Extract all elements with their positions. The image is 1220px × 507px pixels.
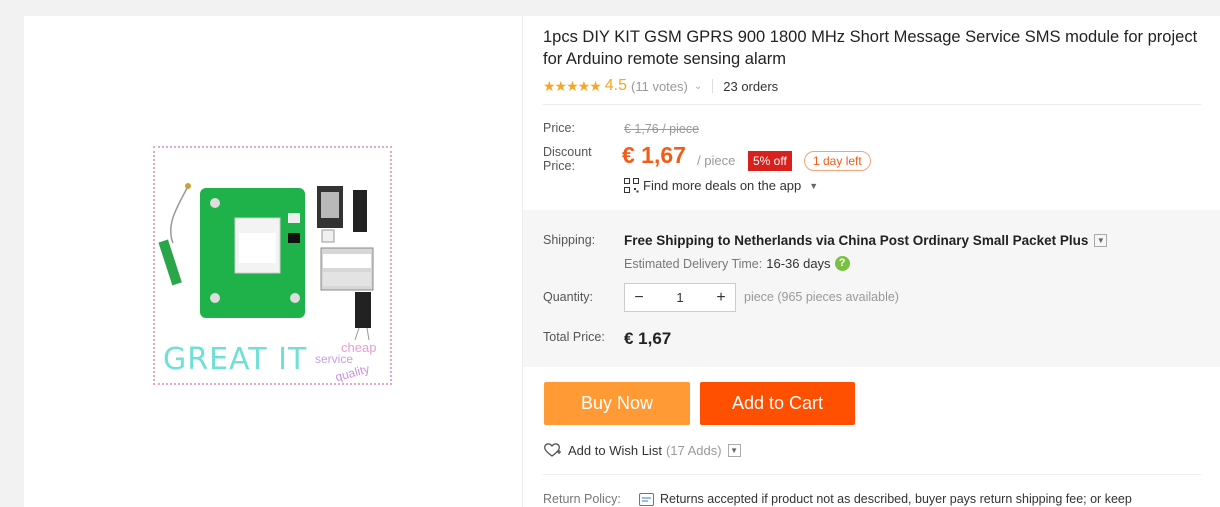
decrease-quantity-button[interactable]: − bbox=[625, 289, 653, 307]
votes-link[interactable]: (11 votes) bbox=[631, 79, 688, 94]
chevron-down-icon[interactable]: ▼ bbox=[727, 443, 741, 457]
add-to-wishlist[interactable]: Add to Wish List (17 Adds) ▼ bbox=[543, 442, 741, 458]
wishlist-label: Add to Wish List bbox=[568, 442, 662, 458]
app-deals-link[interactable]: Find more deals on the app ▼ bbox=[624, 178, 818, 193]
availability-text: piece (965 pieces available) bbox=[744, 290, 899, 304]
app-deals-label: Find more deals on the app bbox=[643, 178, 802, 193]
estimated-delivery-label: Estimated Delivery Time: bbox=[624, 256, 763, 271]
wishlist-count: (17 Adds) bbox=[665, 442, 722, 458]
product-detail: 1pcs DIY KIT GSM GPRS 900 1800 MHz Short… bbox=[523, 16, 1220, 507]
total-price-label: Total Price: bbox=[543, 330, 605, 344]
shipping-method[interactable]: Free Shipping to Netherlands via China P… bbox=[624, 233, 1108, 248]
total-price: € 1,67 bbox=[624, 329, 672, 348]
image-tag-service: service bbox=[315, 352, 354, 366]
rating-value: 4.5 bbox=[604, 77, 628, 94]
help-icon[interactable]: ? bbox=[834, 256, 850, 271]
chevron-down-icon[interactable]: ⌄ bbox=[694, 81, 702, 92]
return-policy-label: Return Policy: bbox=[543, 492, 621, 506]
quantity-stepper: − 1 + bbox=[624, 283, 736, 312]
original-price: € 1,76 / piece bbox=[624, 122, 700, 136]
per-piece-unit: / piece bbox=[697, 153, 736, 168]
discount-label-line2: Price: bbox=[543, 159, 575, 173]
increase-quantity-button[interactable]: + bbox=[707, 289, 735, 307]
quantity-input[interactable]: 1 bbox=[653, 290, 707, 305]
heart-icon bbox=[544, 443, 561, 457]
return-policy-text: Returns accepted if product not as descr… bbox=[660, 492, 1132, 506]
orders-count: 23 orders bbox=[723, 78, 779, 94]
image-watermark: GREAT IT bbox=[163, 342, 308, 377]
estimated-delivery-value: 16-36 days bbox=[766, 256, 831, 271]
time-left-badge: 1 day left bbox=[804, 151, 871, 171]
shipping-label: Shipping: bbox=[543, 233, 596, 247]
discount-badge: 5% off bbox=[748, 151, 792, 171]
quantity-label: Quantity: bbox=[543, 290, 594, 304]
product-image[interactable]: GREAT IT cheap service quality bbox=[153, 146, 392, 385]
discount-price-label: Discount Price: bbox=[543, 145, 592, 173]
qr-code-icon bbox=[624, 178, 639, 193]
divider bbox=[543, 474, 1201, 475]
return-policy: Returns accepted if product not as descr… bbox=[639, 492, 1132, 506]
product-title: 1pcs DIY KIT GSM GPRS 900 1800 MHz Short… bbox=[543, 28, 1198, 68]
shipping-text: Free Shipping to Netherlands via China P… bbox=[624, 233, 1089, 248]
current-price: € 1,67 bbox=[622, 142, 686, 168]
add-to-cart-button[interactable]: Add to Cart bbox=[700, 382, 855, 425]
star-rating-icon: ★★★★★ bbox=[543, 77, 602, 94]
divider bbox=[712, 79, 714, 93]
estimated-delivery: Estimated Delivery Time: 16-36 days ? bbox=[624, 256, 850, 271]
price-label: Price: bbox=[543, 121, 575, 135]
caret-down-icon: ▼ bbox=[809, 180, 819, 191]
divider bbox=[543, 104, 1201, 105]
chevron-down-icon[interactable]: ▼ bbox=[1094, 234, 1108, 247]
policy-card-icon bbox=[639, 492, 654, 506]
discount-label-line1: Discount bbox=[543, 145, 592, 159]
rating-row: ★★★★★ 4.5 (11 votes) ⌄ 23 orders bbox=[543, 76, 778, 96]
buy-now-button[interactable]: Buy Now bbox=[544, 382, 690, 425]
